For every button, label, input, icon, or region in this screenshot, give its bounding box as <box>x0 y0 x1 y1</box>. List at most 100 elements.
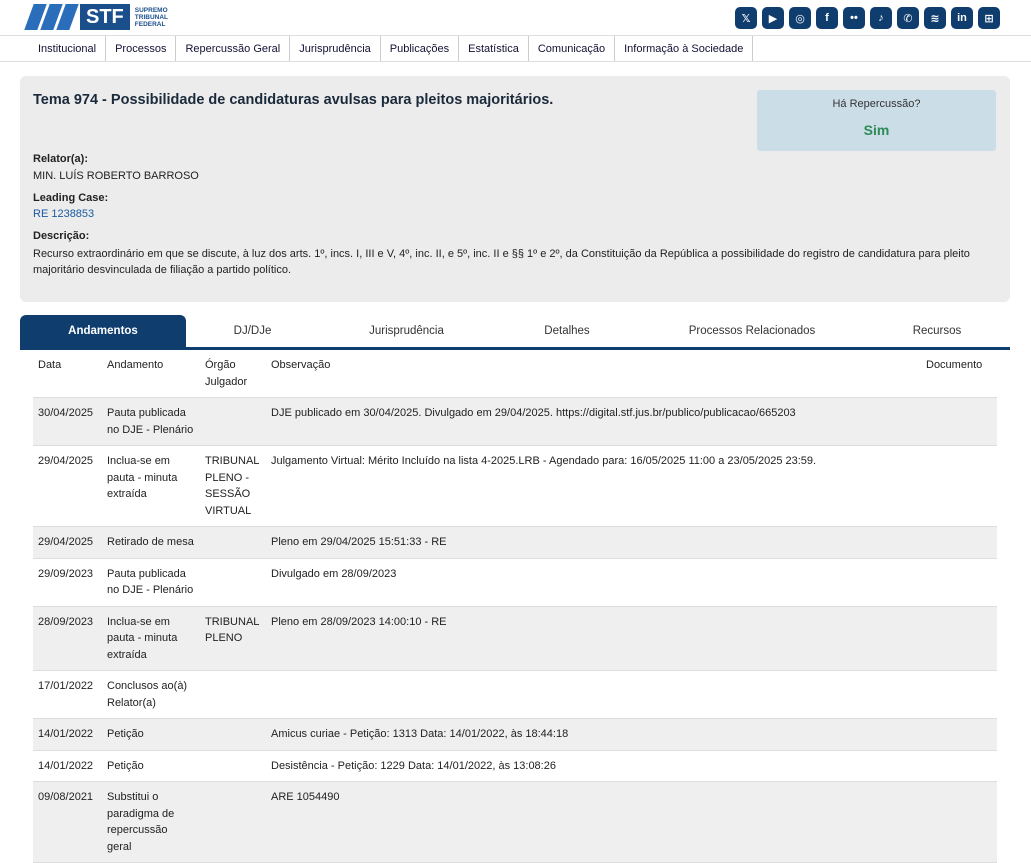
table-cell: 28/09/2023 <box>38 615 94 628</box>
table-cell: Pleno em 28/09/2023 14:00:10 - RE <box>271 615 447 628</box>
leading-case-link[interactable]: RE 1238853 <box>33 208 94 220</box>
table-cell: TRIBUNAL PLENO <box>205 615 259 645</box>
column-header: Observação <box>271 359 331 371</box>
table-cell <box>266 671 921 718</box>
flickr-icon[interactable]: •• <box>843 7 865 29</box>
relator-label: Relator(a): <box>33 153 89 165</box>
column-header: Documento <box>926 359 983 371</box>
table-cell <box>921 446 997 526</box>
column-header: Andamento <box>107 359 164 371</box>
facebook-icon[interactable]: f <box>816 7 838 29</box>
table-cell: Inclua-se em pauta - minuta extraída <box>107 455 178 500</box>
table-cell <box>921 559 997 606</box>
table-row: 17/01/2022 Conclusos ao(à) Relator(a) <box>33 671 997 719</box>
table-row: 29/04/2025 Retirado de mesa Pleno em 29/04… <box>33 527 997 559</box>
tab-1[interactable]: DJ/DJe <box>186 315 319 347</box>
nav-item-3[interactable]: Jurisprudência <box>290 36 381 61</box>
tiktok-icon[interactable]: ♪ <box>870 7 892 29</box>
column-header: Órgão Julgador <box>205 359 248 388</box>
nav-item-5[interactable]: Estatística <box>459 36 529 61</box>
youtube-icon[interactable]: ▶ <box>762 7 784 29</box>
table-row: 29/09/2023 Pauta publicada no DJE - Plená… <box>33 559 997 607</box>
table-cell: 30/04/2025 <box>38 407 94 419</box>
nav-item-0[interactable]: Institucional <box>29 36 107 61</box>
table-cell: Divulgado em 28/09/2023 <box>271 567 397 580</box>
nav-item-4[interactable]: Publicações <box>381 36 460 61</box>
table-cell <box>921 719 997 750</box>
table-cell: DJE publicado em 30/04/2025. Divulgado e… <box>271 407 796 419</box>
whatsapp-icon[interactable]: ✆ <box>897 7 919 29</box>
table-cell: 17/01/2022 <box>38 680 94 692</box>
table-row: 14/01/2022 Petição Amicus curiae - Petição… <box>33 719 997 751</box>
table-cell: TRIBUNAL PLENO - SESSÃO VIRTUAL <box>205 455 259 517</box>
table-header: Data Andamento Órgão Julgador Observação Doc… <box>33 350 997 398</box>
tabs-bar: Andamentos DJ/DJe Jurisprudência Detalhes Pr… <box>20 315 1010 350</box>
repercussao-box: Há Repercussão? Sim <box>757 90 996 151</box>
table-cell <box>200 559 266 606</box>
logo-name: SUPREMO TRIBUNAL FEDERAL <box>134 6 168 28</box>
descricao-text: Recurso extraordinário em que se discute… <box>33 248 970 276</box>
table-cell: 09/08/2021 <box>38 791 94 803</box>
table-row: 28/09/2023 Inclua-se em pauta - minuta ex… <box>33 606 997 671</box>
repercussao-question: Há Repercussão? <box>832 98 921 110</box>
table-cell <box>200 527 266 558</box>
descricao-label: Descrição: <box>33 230 90 242</box>
x-icon[interactable]: 𝕏 <box>735 7 757 29</box>
stf-logo[interactable]: STF SUPREMO TRIBUNAL FEDERAL <box>24 4 185 30</box>
table-cell <box>200 782 266 862</box>
table-cell: Substitui o paradigma de repercussão ger… <box>107 791 175 853</box>
leading-case-label: Leading Case: <box>33 192 109 204</box>
logo-abbr: STF <box>80 4 130 30</box>
table-cell: Julgamento Virtual: Mérito Incluído na l… <box>271 455 817 467</box>
nav-item-6[interactable]: Comunicação <box>529 36 616 61</box>
table-cell <box>200 751 266 782</box>
relator-value: MIN. LUÍS ROBERTO BARROSO <box>33 170 199 182</box>
apps-icon[interactable]: ⊞ <box>978 7 1000 29</box>
table-cell: 29/04/2025 <box>38 536 94 548</box>
table-cell: Desistência - Petição: 1229 Data: 14/01/… <box>271 759 556 772</box>
main-nav: Institucional Processos Repercussão Geral J… <box>0 36 1031 62</box>
table-cell: Petição <box>107 728 144 740</box>
table-cell: Pauta publicada no DJE - Plenário <box>107 407 194 436</box>
table-cell: Retirado de mesa <box>107 536 194 548</box>
table-row: 14/01/2022 Petição Desistência - Petição: … <box>33 751 997 782</box>
table-cell <box>200 398 266 445</box>
table-cell: Pauta publicada no DJE - Plenário <box>107 567 194 597</box>
tab-0[interactable]: Andamentos <box>20 315 186 347</box>
spotify-icon[interactable]: ≋ <box>924 7 946 29</box>
instagram-icon[interactable]: ◎ <box>789 7 811 29</box>
column-header: Data <box>38 359 62 371</box>
table-cell: Pleno em 29/04/2025 15:51:33 - RE <box>271 536 447 548</box>
table-row: 09/08/2021 Substitui o paradigma de reper… <box>33 782 997 863</box>
table-cell <box>921 527 997 558</box>
repercussao-answer: Sim <box>863 122 890 138</box>
nav-item-7[interactable]: Informação à Sociedade <box>615 36 754 61</box>
table-cell <box>200 719 266 750</box>
tema-panel: Tema 974 - Possibilidade de candidaturas… <box>20 76 1010 302</box>
tab-5[interactable]: Recursos <box>864 315 1010 347</box>
table-cell: 14/01/2022 <box>38 759 94 772</box>
table-cell: 14/01/2022 <box>38 728 94 740</box>
table-cell: Conclusos ao(à) Relator(a) <box>107 680 188 709</box>
tab-3[interactable]: Detalhes <box>494 315 640 347</box>
table-cell: Amicus curiae - Petição: 1313 Data: 14/0… <box>271 728 569 740</box>
tab-2[interactable]: Jurisprudência <box>319 315 494 347</box>
table-row: 29/04/2025 Inclua-se em pauta - minuta ex… <box>33 446 997 527</box>
table-cell: Petição <box>107 759 144 772</box>
nav-item-1[interactable]: Processos <box>106 36 177 61</box>
table-cell <box>921 671 997 718</box>
top-header: STF SUPREMO TRIBUNAL FEDERAL 𝕏 ▶ ◎ f •• ♪ ✆ ≋ in… <box>0 0 1031 36</box>
table-cell <box>921 782 997 862</box>
table-cell: ARE 1054490 <box>271 791 340 803</box>
nav-item-2[interactable]: Repercussão Geral <box>176 36 291 61</box>
tab-4[interactable]: Processos Relacionados <box>640 315 864 347</box>
linkedin-icon[interactable]: in <box>951 7 973 29</box>
table-cell: Inclua-se em pauta - minuta extraída <box>107 615 178 661</box>
table-cell <box>921 751 997 782</box>
table-cell <box>921 398 997 445</box>
social-links: 𝕏 ▶ ◎ f •• ♪ ✆ ≋ in ⊞ <box>735 7 1000 29</box>
table-cell <box>200 671 266 718</box>
table-cell: 29/09/2023 <box>38 567 94 580</box>
logo-mark <box>24 4 79 30</box>
table-row: 30/04/2025 Pauta publicada no DJE - Plená… <box>33 398 997 446</box>
